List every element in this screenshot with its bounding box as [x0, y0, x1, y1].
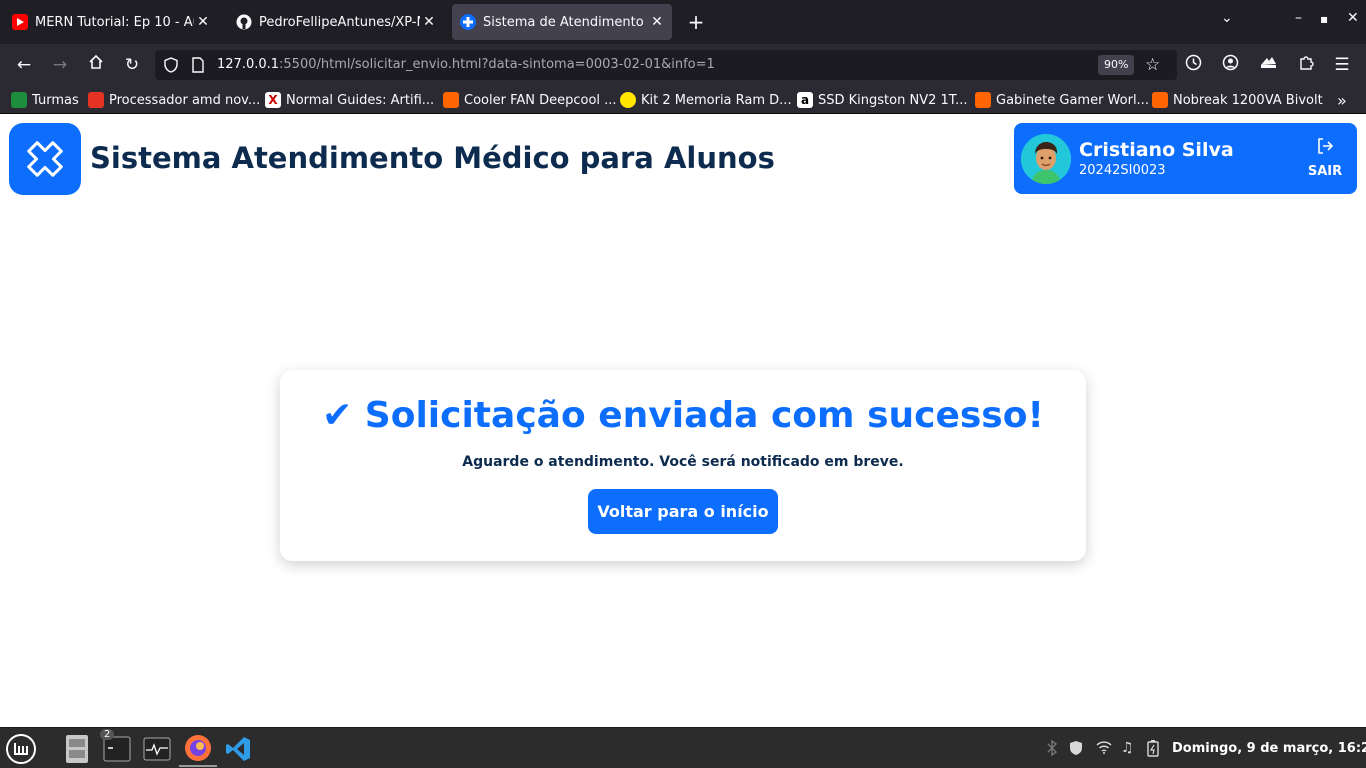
firefox-icon[interactable]: [179, 730, 217, 767]
tab-title: Sistema de Atendimento Mé: [483, 14, 648, 30]
system-monitor-icon[interactable]: [138, 730, 176, 767]
tab-mern-tutorial[interactable]: MERN Tutorial: Ep 10 - Auth ✕: [4, 4, 218, 40]
logout-button[interactable]: SAIR: [1302, 137, 1348, 179]
youtube-icon: [12, 14, 28, 30]
terminal-icon[interactable]: 2: [98, 729, 136, 767]
more-bookmarks-chevron-icon[interactable]: »: [1337, 91, 1347, 110]
page-content: Sistema Atendimento Médico para Alunos C…: [0, 114, 1366, 727]
update-shield-icon[interactable]: [1068, 740, 1084, 756]
mercadolivre-icon: [620, 92, 636, 108]
new-tab-button[interactable]: +: [684, 10, 708, 34]
system-taskbar: 2 ♫ Domingo, 9 de março, 16:20: [0, 727, 1366, 768]
bookmark-item[interactable]: X Normal Guides: Artifi...: [265, 91, 434, 109]
close-window-icon[interactable]: ✕: [1347, 10, 1359, 26]
extension-icon[interactable]: [1257, 54, 1279, 76]
bookmark-item[interactable]: Nobreak 1200VA Bivolt: [1152, 91, 1323, 109]
history-icon[interactable]: [1182, 54, 1204, 76]
shield-icon[interactable]: [164, 57, 178, 77]
bookmarks-bar: Turmas Processador amd nov... X Normal G…: [0, 86, 1366, 114]
extensions-puzzle-icon[interactable]: [1295, 54, 1317, 76]
logout-icon: [1318, 138, 1334, 154]
battery-icon[interactable]: [1147, 740, 1159, 757]
bookmark-item[interactable]: Cooler FAN Deepcool ...: [443, 91, 617, 109]
user-card: Cristiano Silva 20242SI0023 SAIR: [1014, 123, 1357, 194]
bookmark-label: Nobreak 1200VA Bivolt: [1173, 92, 1323, 108]
address-bar[interactable]: 127.0.0.1:5500/html/solicitar_envio.html…: [155, 50, 1177, 80]
bookmark-label: Turmas: [32, 92, 79, 108]
clock[interactable]: Domingo, 9 de março, 16:20: [1172, 741, 1366, 756]
kabum-icon: [443, 92, 459, 108]
reload-icon[interactable]: ↻: [121, 54, 143, 76]
app-title: Sistema Atendimento Médico para Alunos: [90, 141, 775, 175]
tab-title: MERN Tutorial: Ep 10 - Auth: [35, 14, 194, 30]
back-to-home-button[interactable]: Voltar para o início: [588, 489, 778, 534]
maximize-window-icon[interactable]: ▪: [1320, 12, 1328, 26]
bookmark-item[interactable]: Gabinete Gamer Worl...: [975, 91, 1149, 109]
success-title: ✔ Solicitação enviada com sucesso!: [322, 395, 1044, 436]
home-icon[interactable]: [85, 54, 107, 76]
user-name: Cristiano Silva: [1079, 139, 1234, 161]
success-card: ✔ Solicitação enviada com sucesso! Aguar…: [280, 370, 1086, 561]
tab-sistema-atendimento[interactable]: Sistema de Atendimento Mé ✕: [452, 4, 672, 40]
bookmark-label: Cooler FAN Deepcool ...: [464, 92, 617, 108]
close-tab-icon[interactable]: ✕: [422, 14, 436, 30]
minimize-window-icon[interactable]: –: [1295, 10, 1302, 26]
list-all-tabs-icon[interactable]: ⌄: [1221, 10, 1233, 26]
bookmark-label: SSD Kingston NV2 1T...: [818, 92, 968, 108]
bookmark-item[interactable]: a SSD Kingston NV2 1T...: [797, 91, 968, 109]
bookmark-label: Kit 2 Memoria Ram D...: [641, 92, 792, 108]
tab-title: PedroFellipeAntunes/XP-N2: [259, 14, 420, 30]
tab-github-repo[interactable]: PedroFellipeAntunes/XP-N2 ✕: [228, 4, 444, 40]
bluetooth-icon[interactable]: [1046, 739, 1058, 757]
kabum-icon: [1152, 92, 1168, 108]
guide-icon: X: [265, 92, 281, 108]
bookmark-label: Processador amd nov...: [109, 92, 261, 108]
bookmark-label: Normal Guides: Artifi...: [286, 92, 435, 108]
music-icon[interactable]: ♫: [1121, 740, 1134, 756]
amazon-icon: a: [797, 92, 813, 108]
avatar: [1021, 134, 1071, 184]
classroom-icon: [11, 92, 27, 108]
aliexpress-icon: [88, 92, 104, 108]
app-logo: [9, 123, 81, 195]
browser-navigation-bar: ← → ↻ 127.0.0.1:5500/html/solicitar_envi…: [0, 44, 1366, 86]
medical-cross-icon: [27, 141, 63, 177]
medical-cross-icon: [460, 14, 476, 30]
close-tab-icon[interactable]: ✕: [650, 14, 664, 30]
bookmark-star-icon[interactable]: ☆: [1145, 55, 1160, 75]
account-icon[interactable]: [1219, 54, 1241, 76]
mint-menu-icon[interactable]: [2, 730, 40, 767]
kabum-icon: [975, 92, 991, 108]
logout-label: SAIR: [1307, 164, 1343, 179]
menu-hamburger-icon[interactable]: ☰: [1331, 54, 1353, 76]
success-message: Aguarde o atendimento. Você será notific…: [462, 454, 904, 470]
github-icon: [236, 14, 252, 30]
bookmark-item[interactable]: Kit 2 Memoria Ram D...: [620, 91, 792, 109]
terminal-badge: 2: [100, 729, 115, 740]
vscode-icon[interactable]: [219, 730, 257, 767]
close-tab-icon[interactable]: ✕: [196, 14, 210, 30]
user-id: 20242SI0023: [1079, 163, 1166, 178]
bookmark-item[interactable]: Turmas: [11, 91, 79, 109]
bookmark-item[interactable]: Processador amd nov...: [88, 91, 260, 109]
page-info-icon[interactable]: [192, 57, 204, 77]
back-arrow-icon[interactable]: ←: [13, 54, 35, 76]
file-manager-icon[interactable]: [58, 730, 96, 767]
zoom-level[interactable]: 90%: [1098, 55, 1135, 75]
wifi-icon[interactable]: [1096, 740, 1112, 756]
url-text: 127.0.0.1:5500/html/solicitar_envio.html…: [217, 57, 715, 72]
browser-tab-strip: MERN Tutorial: Ep 10 - Auth ✕ PedroFelli…: [0, 0, 1366, 44]
bookmark-label: Gabinete Gamer Worl...: [996, 92, 1149, 108]
forward-arrow-icon[interactable]: →: [49, 54, 71, 76]
